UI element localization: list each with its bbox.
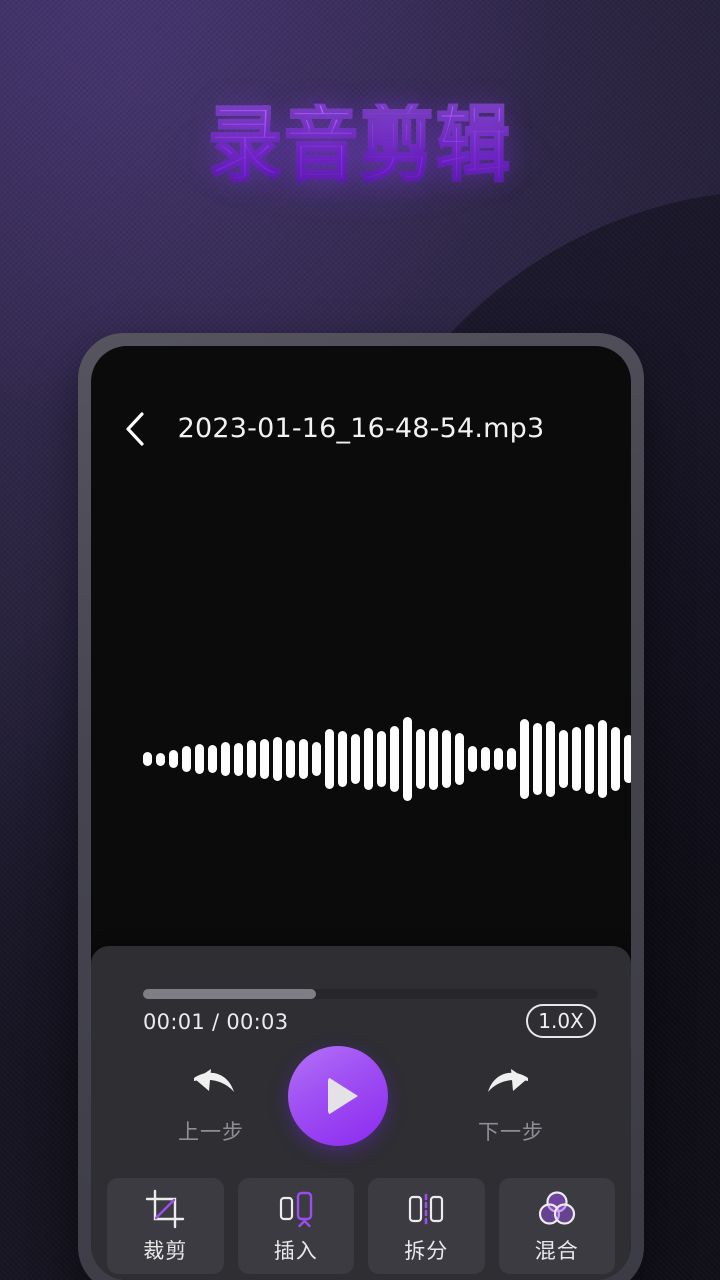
tool-label-crop: 裁剪 — [143, 1238, 188, 1263]
play-button[interactable] — [288, 1046, 388, 1146]
undo-label: 上一步 — [178, 1120, 244, 1144]
progress-fill — [143, 989, 316, 999]
undo-button[interactable]: 上一步 — [146, 1056, 276, 1168]
back-button[interactable] — [113, 407, 157, 451]
waveform-bar — [351, 734, 360, 784]
edit-toolbar: 裁剪 插入 拆分 混合 — [91, 1178, 631, 1280]
phone-screen: 2023-01-16_16-48-54.mp3 00:01 / 00:03 1.… — [91, 346, 631, 1280]
chevron-left-icon — [126, 412, 144, 446]
waveform-bar — [429, 728, 438, 790]
waveform-bar — [169, 750, 178, 768]
waveform-bar — [156, 752, 165, 766]
play-triangle-icon — [327, 1077, 358, 1115]
tool-label-mix: 混合 — [534, 1238, 579, 1263]
phone-mockup-frame: 2023-01-16_16-48-54.mp3 00:01 / 00:03 1.… — [78, 333, 644, 1280]
waveform-bar — [234, 742, 243, 776]
waveform-bar — [455, 733, 464, 785]
tool-button-crop[interactable]: 裁剪 — [107, 1178, 224, 1274]
waveform-bars — [143, 594, 631, 924]
waveform-bar — [533, 723, 542, 795]
tool-button-insert[interactable]: 插入 — [237, 1178, 354, 1274]
hero-title-block: 录音剪辑 — [0, 94, 720, 214]
app-header: 2023-01-16_16-48-54.mp3 — [91, 401, 631, 457]
waveform-bar — [364, 728, 373, 790]
waveform-bar — [468, 746, 477, 772]
waveform-bar — [208, 745, 217, 773]
waveform-bar — [312, 742, 321, 776]
waveform-bar — [195, 744, 204, 774]
waveform-bar — [520, 719, 529, 799]
waveform-bar — [338, 731, 347, 787]
redo-arrow-icon — [446, 1056, 576, 1112]
waveform-display[interactable] — [91, 594, 631, 924]
promo-screen: 录音剪辑 2023-01-16_16-48-54.mp3 00:01 / 00:… — [0, 0, 720, 1280]
waveform-bar — [507, 748, 516, 770]
transport-controls: 上一步 下一步 — [91, 1046, 631, 1171]
waveform-bar — [494, 748, 503, 770]
waveform-bar — [442, 730, 451, 788]
crop-icon — [145, 1188, 185, 1230]
waveform-bar — [481, 747, 490, 771]
playback-speed-button[interactable]: 1.0X — [526, 1004, 596, 1038]
hero-title: 录音剪辑 — [207, 96, 512, 194]
mix-icon — [536, 1188, 578, 1230]
undo-arrow-icon — [146, 1056, 276, 1112]
progress-slider[interactable] — [143, 989, 598, 999]
waveform-bar — [403, 717, 412, 801]
waveform-bar — [546, 721, 555, 797]
tool-label-split: 拆分 — [404, 1238, 449, 1263]
redo-button[interactable]: 下一步 — [446, 1056, 576, 1168]
waveform-bar — [559, 730, 568, 788]
tool-button-split[interactable]: 拆分 — [368, 1178, 485, 1274]
tool-button-mix[interactable]: 混合 — [498, 1178, 615, 1274]
waveform-bar — [416, 729, 425, 789]
page-title: 2023-01-16_16-48-54.mp3 — [177, 413, 545, 444]
waveform-bar — [221, 742, 230, 776]
waveform-bar — [143, 752, 152, 766]
waveform-bar — [273, 737, 282, 781]
waveform-bar — [585, 724, 594, 794]
redo-label: 下一步 — [478, 1120, 544, 1144]
waveform-bar — [260, 739, 269, 779]
waveform-bar — [299, 739, 308, 779]
waveform-bar — [390, 726, 399, 792]
waveform-bar — [611, 727, 620, 791]
waveform-bar — [624, 735, 631, 783]
split-icon — [405, 1188, 447, 1230]
waveform-bar — [598, 720, 607, 798]
waveform-bar — [286, 740, 295, 778]
waveform-bar — [572, 727, 581, 791]
waveform-bar — [247, 740, 256, 778]
player-control-panel: 00:01 / 00:03 1.0X 上一步 下一步 裁剪 插入 拆分 混合 — [91, 946, 631, 1280]
waveform-bar — [182, 746, 191, 772]
waveform-bar — [377, 731, 386, 787]
waveform-bar — [325, 729, 334, 789]
tool-label-insert: 插入 — [273, 1238, 318, 1263]
insert-icon — [275, 1188, 317, 1230]
time-display: 00:01 / 00:03 — [143, 1010, 289, 1034]
